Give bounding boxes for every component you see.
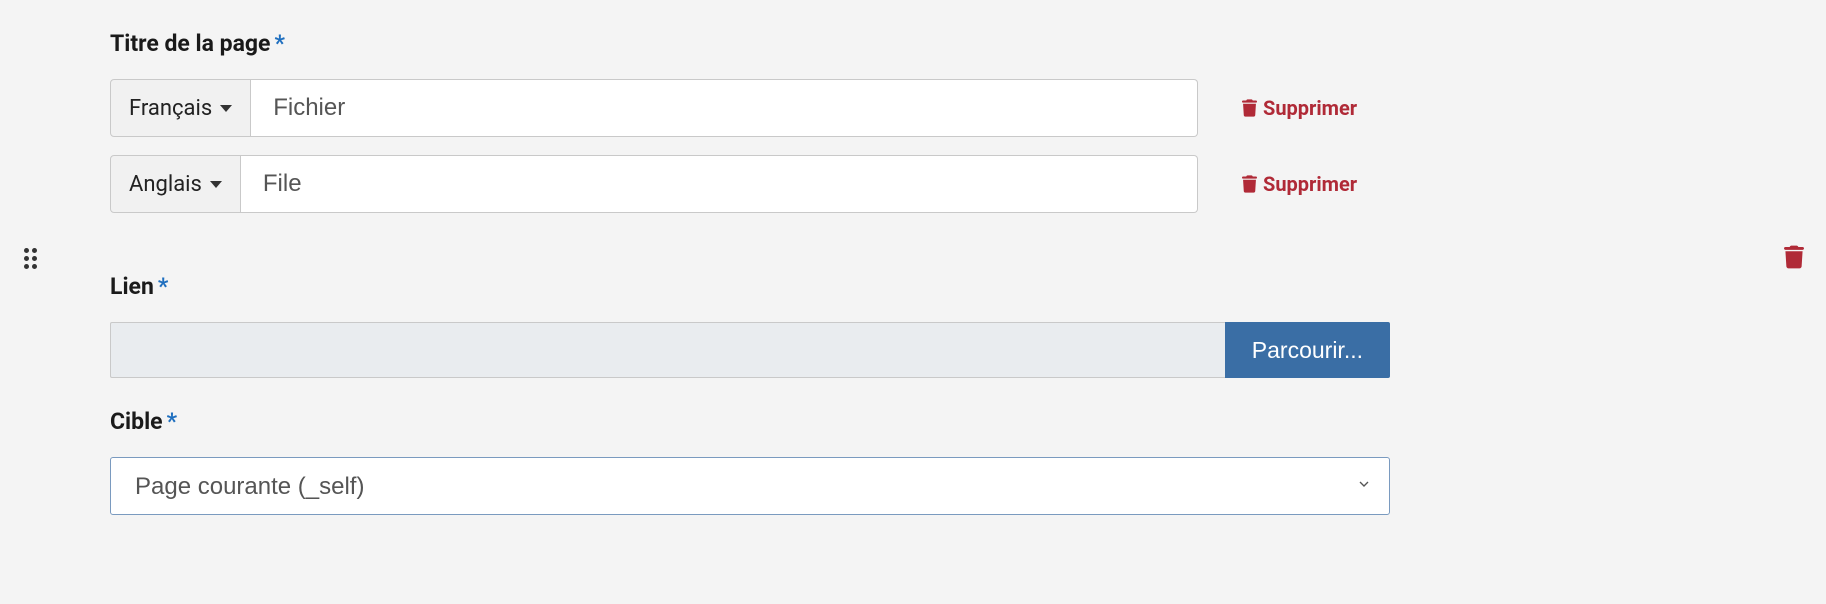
title-input-en[interactable]: [241, 155, 1198, 213]
title-input-fr[interactable]: [251, 79, 1198, 137]
trash-icon: [1784, 245, 1804, 269]
trash-icon: [1242, 175, 1257, 193]
delete-row-label: Supprimer: [1263, 172, 1357, 196]
delete-row-en[interactable]: Supprimer: [1242, 172, 1357, 196]
trash-icon: [1242, 99, 1257, 117]
required-marker: *: [274, 30, 284, 57]
page-title-label: Titre de la page*: [110, 30, 1390, 57]
link-label: Lien*: [110, 273, 1390, 300]
target-select[interactable]: Page courante (_self): [110, 457, 1390, 515]
caret-down-icon: [210, 181, 222, 188]
link-value-display: [110, 322, 1225, 378]
browse-button[interactable]: Parcourir...: [1225, 322, 1390, 378]
required-marker: *: [167, 408, 177, 435]
target-label: Cible*: [110, 408, 1390, 435]
delete-row-label: Supprimer: [1263, 96, 1357, 120]
language-dropdown-fr[interactable]: Français: [110, 79, 251, 137]
caret-down-icon: [220, 105, 232, 112]
drag-handle-icon[interactable]: [24, 248, 42, 266]
required-marker: *: [158, 273, 168, 300]
delete-item-button[interactable]: [1784, 245, 1804, 273]
language-dropdown-en[interactable]: Anglais: [110, 155, 241, 213]
delete-row-fr[interactable]: Supprimer: [1242, 96, 1357, 120]
language-label: Anglais: [129, 172, 202, 197]
language-label: Français: [129, 96, 212, 121]
